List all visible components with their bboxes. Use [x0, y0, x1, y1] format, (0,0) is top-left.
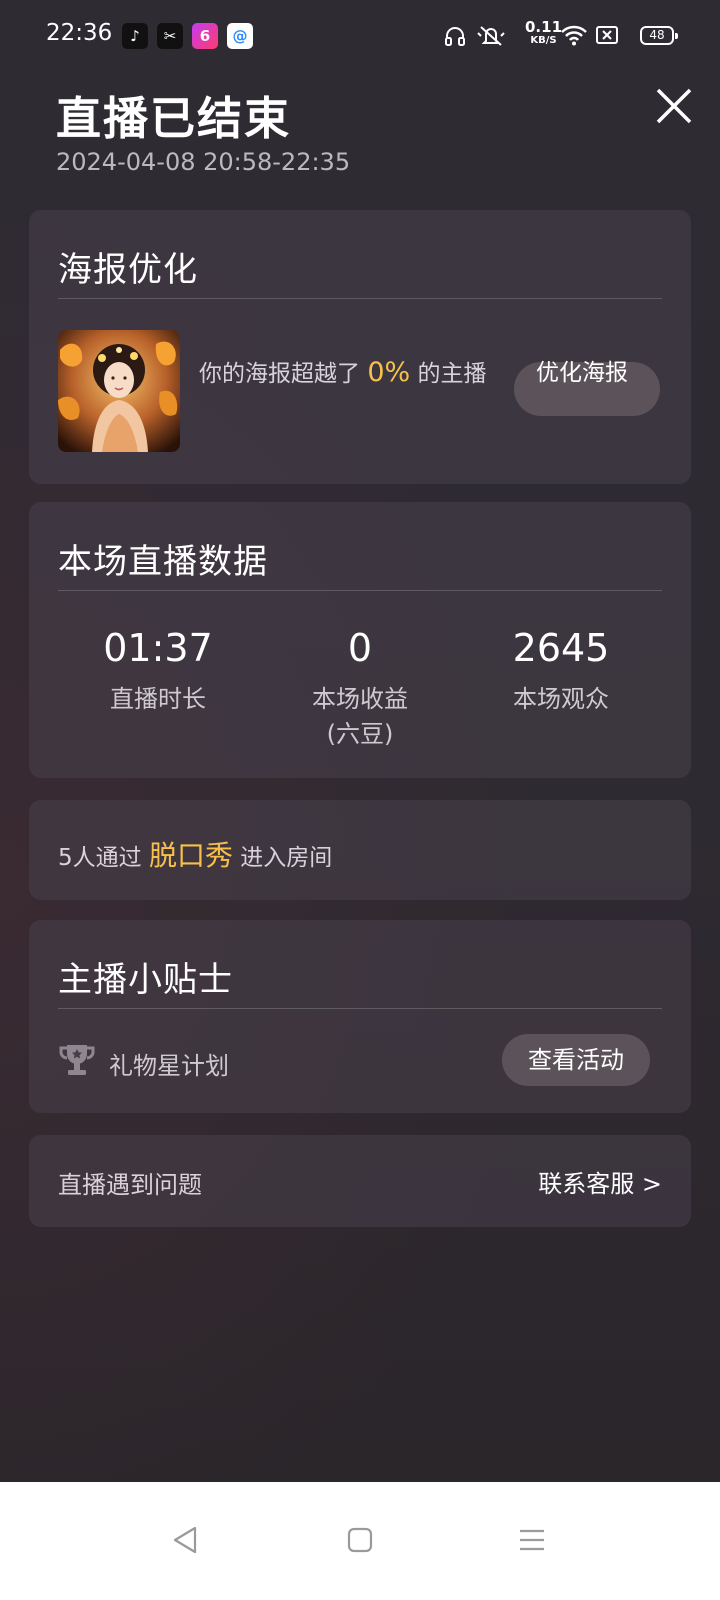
stat-value: 2645 — [512, 626, 610, 670]
trophy-icon — [59, 1045, 95, 1075]
stat-earnings: 0 本场收益 (六豆) — [260, 626, 460, 752]
menu-icon[interactable] — [512, 1520, 552, 1560]
status-time: 22:36 — [46, 20, 113, 46]
qq-browser-icon: @ — [227, 23, 253, 49]
entry-source-card: 5人通过 脱口秀 进入房间 — [29, 800, 691, 900]
optimize-poster-button[interactable]: 优化海报 — [514, 360, 660, 416]
net-speed-unit: KB/S — [530, 35, 557, 46]
optimize-poster-label: 优化海报 — [536, 360, 628, 386]
mute-icon — [477, 26, 505, 46]
entry-source-text: 5人通过 脱口秀 进入房间 — [58, 834, 332, 874]
poster-image — [58, 330, 180, 452]
battery-indicator: 48 — [640, 26, 678, 45]
poster-text-before: 你的海报超越了 — [199, 361, 360, 387]
entry-source-name: 脱口秀 — [148, 839, 233, 872]
net-speed: 0.11 KB/S — [525, 20, 562, 47]
contact-support-link[interactable]: 联系客服 > — [538, 1164, 662, 1199]
wifi-icon — [561, 25, 587, 46]
divider — [58, 298, 662, 299]
problem-card: 直播遇到问题 联系客服 > — [29, 1135, 691, 1227]
poster-rank-text: 你的海报超越了 0% 的主播 — [199, 356, 499, 391]
close-icon[interactable] — [652, 84, 696, 128]
problem-label: 直播遇到问题 — [58, 1171, 202, 1199]
stat-label: 本场收益 (六豆) — [312, 685, 408, 748]
page-title: 直播已结束 — [56, 92, 292, 145]
poster-rank-percent: 0% — [367, 357, 411, 388]
stat-label: 本场观众 — [513, 685, 609, 713]
sim-off-icon — [596, 26, 618, 44]
entry-count: 5人通过 — [58, 845, 142, 871]
capcut-icon: ✂ — [157, 23, 183, 49]
tips-card-title: 主播小贴士 — [58, 960, 233, 1000]
live-time-range: 2024-04-08 20:58-22:35 — [56, 148, 351, 176]
poster-thumbnail[interactable] — [58, 330, 180, 452]
poster-card-title: 海报优化 — [58, 250, 198, 290]
net-speed-value: 0.11 — [525, 18, 563, 36]
host-tips-card: 主播小贴士 礼物星计划 查看活动 — [29, 920, 691, 1113]
poster-card: 海报优化 你的海报超越了 0% 的主播 优化海报 — [29, 210, 691, 484]
live-app-icon: 6 — [192, 23, 218, 49]
stat-duration: 01:37 直播时长 — [58, 626, 258, 717]
stat-label: 直播时长 — [110, 685, 206, 713]
stats-card-title: 本场直播数据 — [58, 542, 268, 582]
headphones-icon — [445, 27, 465, 46]
view-activity-button[interactable]: 查看活动 — [502, 1034, 650, 1086]
status-bar: 22:36 ♪ ✂ 6 @ 0.11 KB/S 48 — [0, 0, 720, 72]
poster-text-after: 的主播 — [417, 361, 487, 387]
live-stats-card: 本场直播数据 01:37 直播时长 0 本场收益 (六豆) 2645 本场观众 — [29, 502, 691, 778]
stat-value: 01:37 — [103, 626, 213, 670]
system-nav-bar — [0, 1482, 720, 1600]
stat-audience: 2645 本场观众 — [461, 626, 661, 717]
home-icon[interactable] — [340, 1520, 380, 1560]
stat-value: 0 — [347, 626, 373, 670]
divider — [58, 1008, 662, 1009]
back-icon[interactable] — [165, 1520, 205, 1560]
divider — [58, 590, 662, 591]
gift-star-plan-label: 礼物星计划 — [109, 1052, 229, 1080]
entry-suffix: 进入房间 — [240, 845, 333, 871]
tiktok-icon: ♪ — [122, 23, 148, 49]
